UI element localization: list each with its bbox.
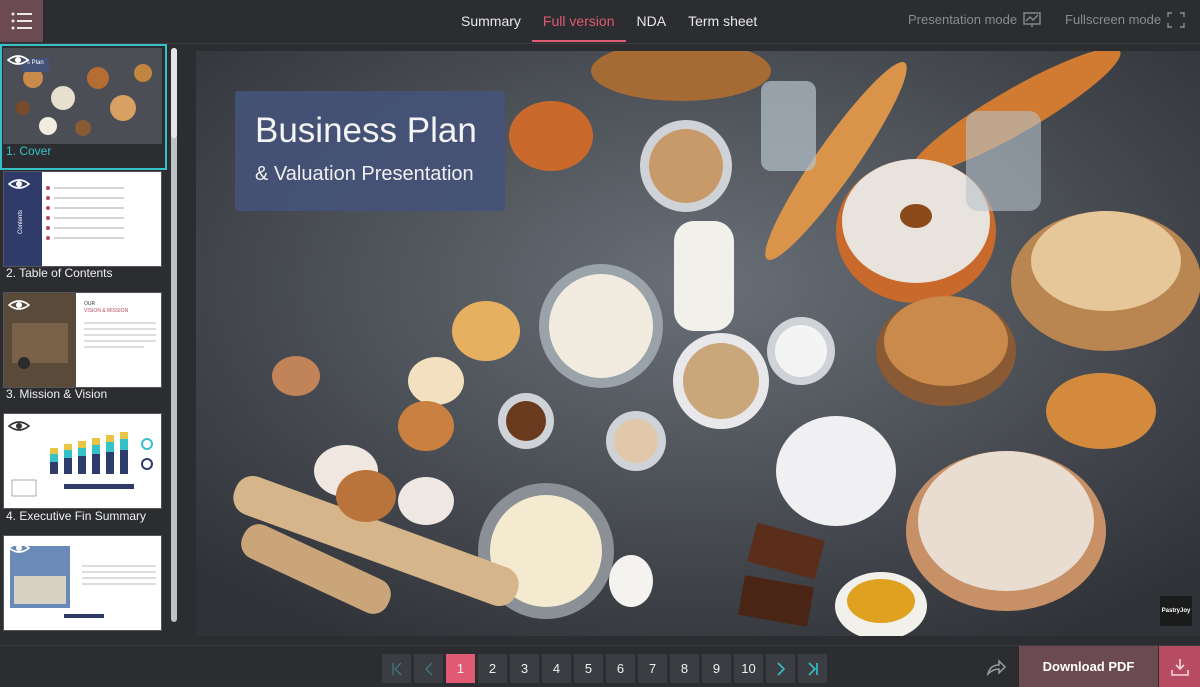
download-pdf-button[interactable]: Download PDF	[1019, 646, 1158, 687]
download-button[interactable]	[1159, 646, 1200, 687]
thumbnail-cover[interactable]: s Plan	[3, 48, 162, 144]
sidebar-item-contents-label[interactable]: 2. Table of Contents	[6, 266, 113, 280]
sidebar-item-mission-label[interactable]: 3. Mission & Vision	[6, 387, 107, 401]
mission-thumbnail-title: VISION & MISSION	[84, 308, 129, 314]
fullscreen-icon	[1167, 12, 1185, 28]
share-icon[interactable]	[985, 656, 1007, 678]
thumbnail-slide-5[interactable]	[3, 535, 162, 631]
eye-icon	[8, 179, 30, 189]
page-button-7[interactable]: 7	[638, 654, 667, 683]
first-page-icon	[391, 661, 402, 676]
page-button-5[interactable]: 5	[574, 654, 603, 683]
page-button-9[interactable]: 9	[702, 654, 731, 683]
mission-thumbnail-our: OUR	[84, 301, 96, 307]
sidebar-item-cover-label[interactable]: 1. Cover	[6, 144, 51, 158]
tab-nda[interactable]: NDA	[626, 0, 678, 42]
tab-full-version[interactable]: Full version	[531, 0, 626, 42]
slide-viewer: Business Plan & Valuation Presentation P…	[196, 51, 1200, 636]
eye-icon	[8, 543, 30, 553]
page-button-1[interactable]: 1	[446, 654, 475, 683]
previous-page-button[interactable]	[414, 654, 443, 683]
page-button-4[interactable]: 4	[542, 654, 571, 683]
page-button-10[interactable]: 10	[734, 654, 763, 683]
eye-icon	[8, 421, 30, 431]
tab-term-sheet[interactable]: Term sheet	[677, 0, 768, 42]
fullscreen-mode-button[interactable]: Fullscreen mode	[1065, 0, 1185, 40]
slide-subtitle: & Valuation Presentation	[255, 163, 474, 185]
sidebar-item-fin-summary-label[interactable]: 4. Executive Fin Summary	[6, 509, 146, 523]
thumbnail-executive-fin-summary[interactable]	[3, 413, 162, 509]
page-button-6[interactable]: 6	[606, 654, 635, 683]
slide-thumbnail-list: s Plan 1. Cover Contents 2. Table of Con…	[0, 44, 180, 642]
first-page-button[interactable]	[382, 654, 411, 683]
brand-logo: PastryJoy	[1160, 596, 1192, 626]
tab-summary[interactable]: Summary	[450, 0, 532, 42]
chevron-right-icon	[776, 661, 785, 676]
top-bar: Summary Full version NDA Term sheet Pres…	[0, 0, 1200, 44]
page-button-3[interactable]: 3	[510, 654, 539, 683]
cover-thumbnail-title: s Plan	[27, 60, 44, 66]
presentation-mode-button[interactable]: Presentation mode	[908, 0, 1041, 40]
hamburger-list-icon	[11, 12, 32, 30]
last-page-icon	[807, 661, 818, 676]
title-card: Business Plan & Valuation Presentation	[235, 91, 505, 211]
pagination: 1 2 3 4 5 6 7 8 9 10	[382, 654, 827, 683]
download-icon	[1170, 658, 1189, 676]
fullscreen-mode-label: Fullscreen mode	[1065, 12, 1162, 27]
slide-title: Business Plan	[255, 111, 477, 150]
eye-icon	[8, 300, 30, 310]
version-tabs: Summary Full version NDA Term sheet	[450, 0, 768, 42]
sidebar-scroll-thumb[interactable]	[171, 48, 177, 138]
eye-icon	[7, 55, 29, 65]
contents-thumbnail-title: Contents	[18, 209, 24, 234]
next-page-button[interactable]	[766, 654, 795, 683]
thumbnail-table-of-contents[interactable]: Contents	[3, 171, 162, 267]
last-page-button[interactable]	[798, 654, 827, 683]
bottom-bar: 1 2 3 4 5 6 7 8 9 10 Download PDF	[0, 645, 1200, 687]
presentation-chart-icon	[1023, 12, 1041, 27]
chevron-left-icon	[424, 661, 433, 676]
menu-button[interactable]	[0, 0, 43, 42]
page-button-8[interactable]: 8	[670, 654, 699, 683]
presentation-mode-label: Presentation mode	[908, 12, 1018, 27]
thumbnail-mission-vision[interactable]: OUR VISION & MISSION	[3, 292, 162, 388]
page-button-2[interactable]: 2	[478, 654, 507, 683]
